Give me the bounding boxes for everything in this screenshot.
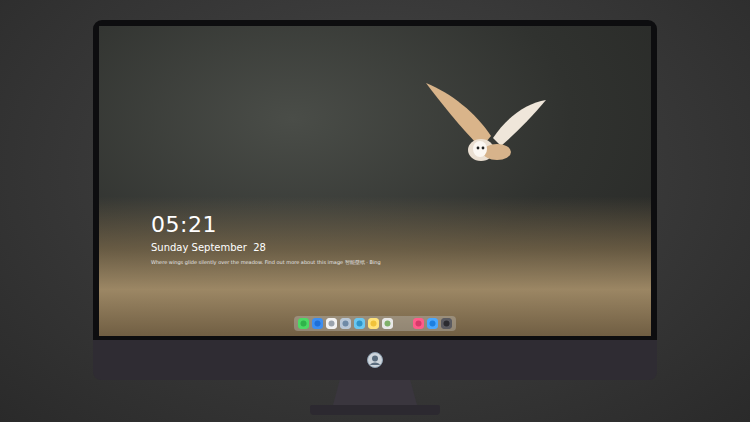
finder-icon[interactable] bbox=[312, 318, 323, 329]
messages-icon[interactable] bbox=[298, 318, 309, 329]
notes-icon[interactable] bbox=[368, 318, 379, 329]
safari-icon[interactable] bbox=[326, 318, 337, 329]
monitor-stand bbox=[333, 380, 417, 405]
appstore-icon[interactable] bbox=[427, 318, 438, 329]
photos-icon[interactable] bbox=[382, 318, 393, 329]
screen: 05:21 Sunday September 28 Where wings gl… bbox=[99, 26, 651, 336]
monitor-base bbox=[310, 405, 440, 415]
monitor-frame: 05:21 Sunday September 28 Where wings gl… bbox=[93, 20, 657, 340]
image-caption[interactable]: Where wings glide silently over the mead… bbox=[151, 259, 381, 266]
owl-icon bbox=[421, 78, 551, 173]
clock: 05:21 bbox=[151, 212, 381, 238]
dock bbox=[294, 316, 456, 331]
date: Sunday September 28 bbox=[151, 241, 381, 254]
video-icon[interactable] bbox=[354, 318, 365, 329]
monitor: 05:21 Sunday September 28 Where wings gl… bbox=[93, 20, 657, 415]
preview-icon[interactable] bbox=[340, 318, 351, 329]
logo-icon bbox=[367, 352, 383, 368]
music-icon[interactable] bbox=[413, 318, 424, 329]
lock-screen: 05:21 Sunday September 28 Where wings gl… bbox=[151, 212, 381, 266]
monitor-chin bbox=[93, 340, 657, 380]
camera-icon[interactable] bbox=[441, 318, 452, 329]
